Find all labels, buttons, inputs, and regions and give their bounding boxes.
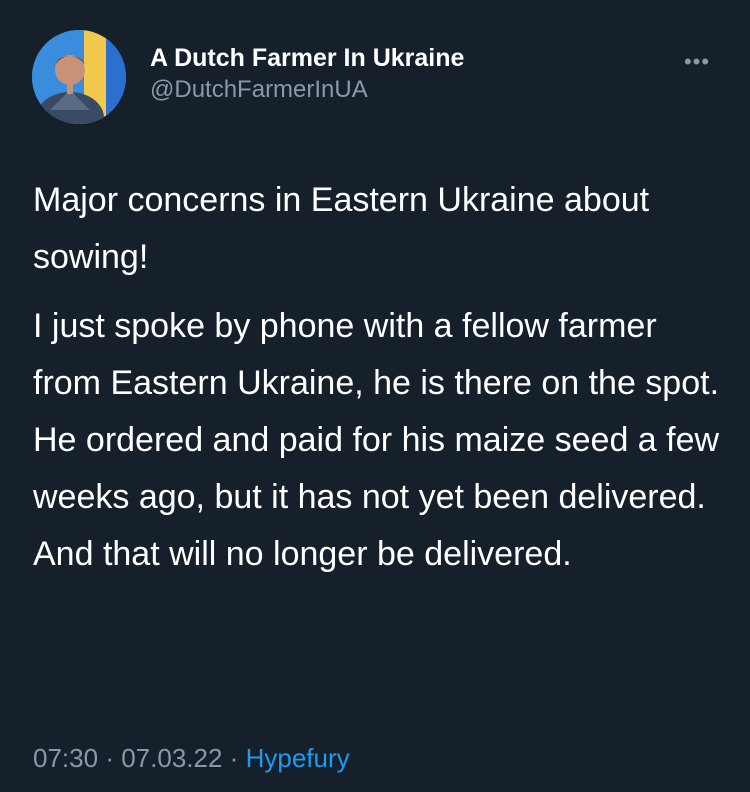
tweet-card: A Dutch Farmer In Ukraine @DutchFarmerIn… <box>0 0 750 792</box>
meta-separator: · <box>105 743 114 773</box>
tweet-header: A Dutch Farmer In Ukraine @DutchFarmerIn… <box>32 30 722 124</box>
tweet-paragraph-1: Major concerns in Eastern Ukraine about … <box>33 181 650 276</box>
tweet-date[interactable]: 07.03.22 <box>121 743 222 773</box>
more-options-icon[interactable]: ••• <box>680 51 714 73</box>
tweet-text: Major concerns in Eastern Ukraine about … <box>33 172 723 583</box>
author-handle[interactable]: @DutchFarmerInUA <box>150 74 464 106</box>
meta-separator: · <box>229 743 239 773</box>
tweet-paragraph-3: He ordered and paid for his maize seed a… <box>33 421 720 573</box>
tweet-paragraph-2: I just spoke by phone with a fellow farm… <box>33 307 720 402</box>
tweet-source-link[interactable]: Hypefury <box>246 743 350 773</box>
author-display-name[interactable]: A Dutch Farmer In Ukraine <box>150 42 464 74</box>
tweet-time[interactable]: 07:30 <box>33 743 98 773</box>
tweet-meta: 07:30 · 07.03.22 · Hypefury <box>33 740 350 776</box>
avatar[interactable] <box>32 30 126 124</box>
author-names: A Dutch Farmer In Ukraine @DutchFarmerIn… <box>150 42 464 106</box>
avatar-photo <box>32 30 126 124</box>
